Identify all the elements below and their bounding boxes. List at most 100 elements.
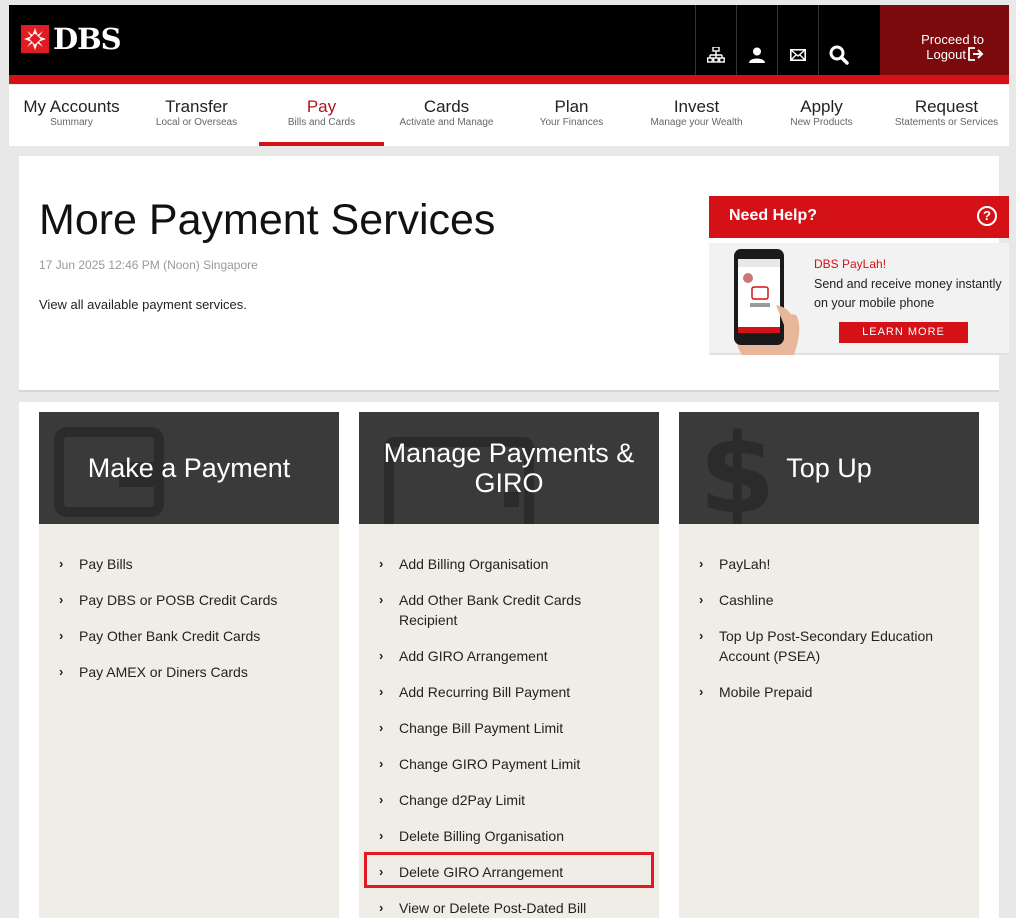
chevron-right-icon: › — [59, 592, 64, 607]
logout-line2: Logout — [926, 47, 966, 62]
help-question-icon: ? — [977, 206, 997, 226]
list-item[interactable]: › Change d2Pay Limit — [379, 790, 639, 810]
nav-sublabel: New Products — [790, 117, 853, 128]
list-item[interactable]: › Add Recurring Bill Payment — [379, 682, 639, 702]
nav-label: My Accounts — [23, 97, 120, 116]
list-item-label: Pay Other Bank Credit Cards — [79, 628, 261, 644]
card-title: Manage Payments & GIRO — [383, 438, 635, 498]
profile-button[interactable] — [736, 5, 777, 75]
list-item[interactable]: › Pay Bills — [59, 554, 319, 574]
card-header: Make a Payment — [39, 412, 339, 524]
list-item-label: Add Other Bank Credit Cards Recipient — [399, 592, 582, 628]
list-item[interactable]: › Add Billing Organisation — [379, 554, 639, 574]
list-item-label: Change GIRO Payment Limit — [399, 756, 581, 772]
page-title: More Payment Services — [39, 196, 496, 244]
list-item[interactable]: › View or Delete Post-Dated Bill — [379, 898, 639, 918]
paylah-promo[interactable]: DBS PayLah! Send and receive money insta… — [709, 243, 1009, 355]
promo-title: DBS PayLah! — [814, 257, 887, 271]
list-item-label: Change Bill Payment Limit — [399, 720, 564, 736]
list-item[interactable]: › Change GIRO Payment Limit — [379, 754, 639, 774]
learn-more-button[interactable]: LEARN MORE — [839, 322, 968, 343]
chevron-right-icon: › — [379, 828, 384, 843]
top-header — [9, 5, 1009, 75]
header-red-bar — [9, 75, 1009, 84]
svg-text:$: $ — [699, 412, 769, 524]
list-item-label: Cashline — [719, 592, 774, 608]
logo-text: DBS — [53, 22, 122, 56]
promo-text: Send and receive money instantly on your… — [814, 277, 1002, 310]
list-item[interactable]: › Change Bill Payment Limit — [379, 718, 639, 738]
nav-label: Transfer — [165, 97, 228, 116]
chevron-right-icon: › — [379, 756, 384, 771]
list-item[interactable]: › Delete Billing Organisation — [379, 826, 639, 846]
services-panel: Make a Payment › Pay Bills › Pay DBS or PO… — [19, 402, 999, 918]
nav-sublabel: Your Finances — [539, 117, 604, 128]
nav-sublabel: Statements or Services — [894, 117, 999, 128]
card-title: Make a Payment — [87, 453, 291, 483]
need-help-title: Need Help? — [729, 207, 818, 224]
chevron-right-icon: › — [379, 900, 384, 915]
nav-pay[interactable]: Pay Bills and Cards — [259, 85, 384, 146]
mail-icon — [790, 49, 806, 61]
chevron-right-icon: › — [59, 628, 64, 643]
highlight-box — [364, 852, 654, 888]
chevron-right-icon: › — [699, 592, 704, 607]
card-header: $ Top Up — [679, 412, 979, 524]
nav-label: Pay — [306, 97, 337, 116]
dbs-logo[interactable]: DBS — [21, 21, 122, 57]
nav-cards[interactable]: Cards Activate and Manage — [384, 85, 509, 146]
chevron-right-icon: › — [379, 556, 384, 571]
list-item[interactable]: › Pay Other Bank Credit Cards — [59, 626, 319, 646]
chevron-right-icon: › — [699, 556, 704, 571]
nav-request[interactable]: Request Statements or Services — [884, 85, 1009, 146]
nav-label: Request — [914, 97, 979, 116]
sitemap-button[interactable] — [695, 5, 736, 75]
chevron-right-icon: › — [699, 628, 704, 643]
nav-transfer[interactable]: Transfer Local or Overseas — [134, 85, 259, 146]
list-item[interactable]: › Add GIRO Arrangement — [379, 646, 639, 666]
list-item-label: Pay DBS or POSB Credit Cards — [79, 592, 278, 608]
card-header: Manage Payments & GIRO — [359, 412, 659, 524]
chevron-right-icon: › — [379, 684, 384, 699]
card-title: Top Up — [786, 453, 872, 483]
chevron-right-icon: › — [379, 720, 384, 735]
nav-sublabel: Summary — [50, 117, 93, 128]
nav-label: Invest — [673, 97, 720, 116]
need-help-header[interactable]: Need Help? ? — [709, 196, 1009, 238]
nav-sublabel: Activate and Manage — [399, 117, 494, 128]
nav-apply[interactable]: Apply New Products — [759, 85, 884, 146]
mail-button[interactable] — [777, 5, 818, 75]
list-item-label: Change d2Pay Limit — [399, 792, 526, 808]
list-item[interactable]: › Pay AMEX or Diners Cards — [59, 662, 319, 682]
logout-button[interactable]: Proceed to Logout — [880, 5, 1009, 75]
search-button[interactable] — [818, 5, 859, 75]
list-item[interactable]: › Top Up Post-Secondary Education Account… — [699, 626, 959, 666]
sitemap-icon — [707, 47, 725, 63]
nav-plan[interactable]: Plan Your Finances — [509, 85, 634, 146]
nav-sublabel: Manage your Wealth — [650, 117, 743, 128]
user-icon — [749, 47, 765, 63]
list-item-label: Pay Bills — [79, 556, 133, 572]
nav-label: Cards — [423, 97, 470, 116]
chevron-right-icon: › — [699, 684, 704, 699]
list-item[interactable]: › Mobile Prepaid — [699, 682, 959, 702]
list-item-label: View or Delete Post-Dated Bill — [399, 900, 587, 916]
nav-invest[interactable]: Invest Manage your Wealth — [634, 85, 759, 146]
nav-my-accounts[interactable]: My Accounts Summary — [9, 85, 134, 146]
main-nav: My Accounts Summary Transfer Local or Over… — [9, 85, 1009, 146]
list-item[interactable]: › Add Other Bank Credit Cards Recipient — [379, 590, 639, 630]
list-item-label: Mobile Prepaid — [719, 684, 813, 700]
phone-in-hand-icon — [734, 249, 800, 355]
list-item-label: Delete Billing Organisation — [399, 828, 564, 844]
chevron-right-icon: › — [59, 556, 64, 571]
list-item-label: Top Up Post-Secondary Education Account … — [719, 628, 934, 664]
list-item[interactable]: › Cashline — [699, 590, 959, 610]
list-item[interactable]: › PayLah! — [699, 554, 959, 574]
chevron-right-icon: › — [59, 664, 64, 679]
dollar-icon: $ — [699, 412, 769, 524]
chevron-right-icon: › — [379, 792, 384, 807]
list-item[interactable]: › Pay DBS or POSB Credit Cards — [59, 590, 319, 610]
list-item-label: Add Recurring Bill Payment — [399, 684, 571, 700]
nav-label: Apply — [800, 97, 843, 116]
nav-label: Plan — [554, 97, 589, 116]
